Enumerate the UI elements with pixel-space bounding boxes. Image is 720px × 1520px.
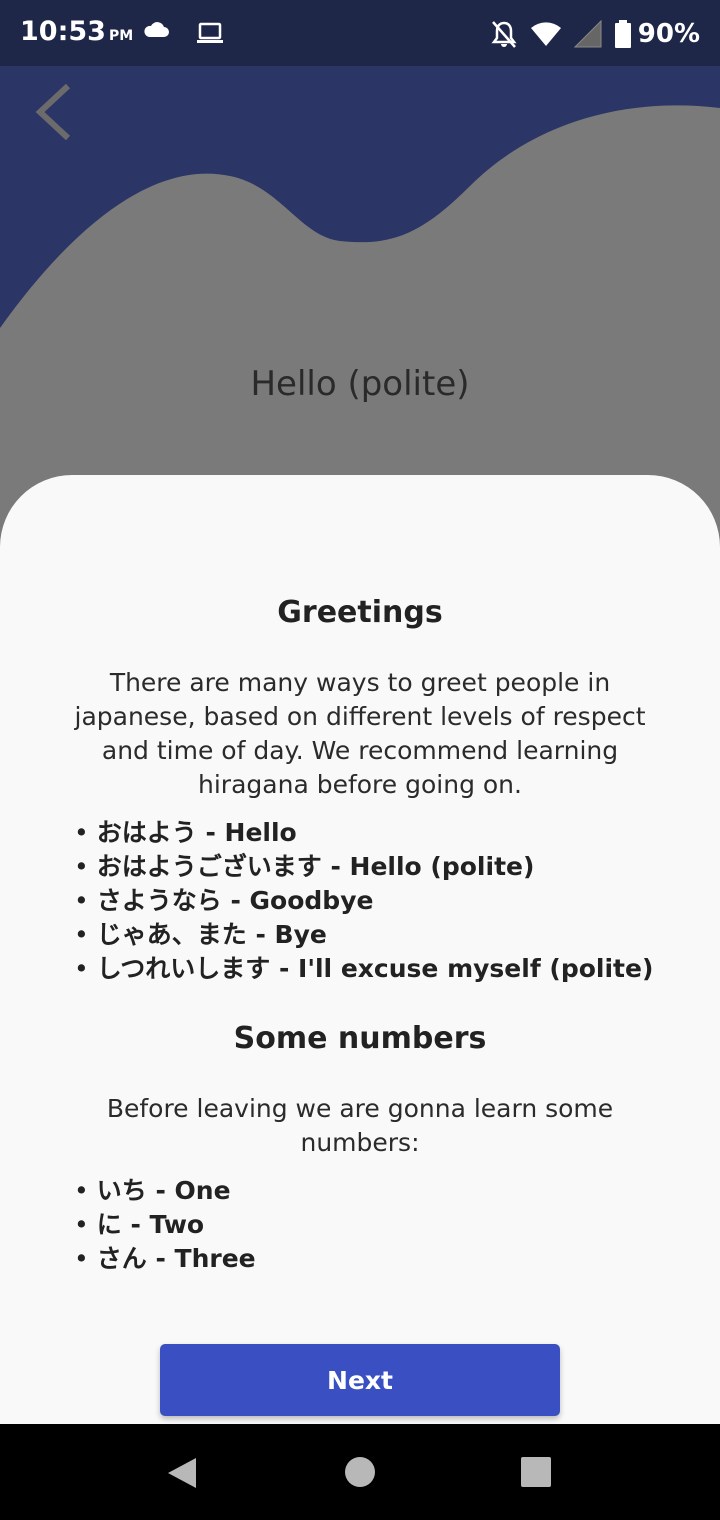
list-item-text: さようなら - Goodbye xyxy=(96,886,374,915)
list-item: • しつれいします - I'll excuse myself (polite) xyxy=(74,952,653,986)
next-button[interactable]: Next xyxy=(160,1344,560,1416)
battery-percent: 90% xyxy=(637,19,700,49)
paragraph-line: There are many ways to greet people in xyxy=(109,668,611,697)
phrase-title: Hello (polite) xyxy=(250,364,470,404)
bullet: • xyxy=(74,1244,89,1273)
bullet: • xyxy=(74,1176,89,1205)
notifications-off-icon xyxy=(491,21,517,48)
status-right: 90% xyxy=(490,16,700,52)
numbers-list: • いち - One • に - Two • さん - Three xyxy=(74,1174,256,1276)
paragraph-line: hiragana before going on. xyxy=(198,770,522,799)
paragraph-line: and time of day. We recommend learning xyxy=(101,736,619,765)
list-item-text: じゃあ、また - Bye xyxy=(96,920,327,949)
laptop-icon xyxy=(197,22,223,43)
list-item-text: いち - One xyxy=(96,1176,231,1205)
bullet: • xyxy=(74,852,89,881)
navigation-bar xyxy=(0,1424,720,1520)
list-item-text: おはよう - Hello xyxy=(96,818,297,847)
nav-home-button[interactable] xyxy=(344,1456,376,1492)
numbers-title: Some numbers xyxy=(233,1021,487,1056)
bullet: • xyxy=(74,954,89,983)
list-item: • じゃあ、また - Bye xyxy=(74,918,653,952)
header xyxy=(0,66,720,486)
status-time-value: 10:53 xyxy=(20,16,106,47)
status-ampm: PM xyxy=(108,28,134,44)
signal-icon xyxy=(573,20,602,48)
status-time: 10:53 PM xyxy=(20,16,133,47)
greetings-list: • おはよう - Hello • おはようございます - Hello (polite… xyxy=(74,816,653,986)
list-item: • に - Two xyxy=(74,1208,256,1242)
bullet: • xyxy=(74,818,89,847)
paragraph-line: numbers: xyxy=(300,1128,420,1157)
greetings-title: Greetings xyxy=(277,595,443,630)
list-item: • いち - One xyxy=(74,1174,256,1208)
chevron-left-icon xyxy=(35,83,71,141)
list-item-text: さん - Three xyxy=(96,1244,256,1273)
recents-square-icon xyxy=(521,1457,551,1487)
status-bar: 10:53 PM 90% xyxy=(0,0,720,66)
header-wave xyxy=(0,66,720,486)
cloud-icon xyxy=(144,22,169,37)
paragraph-line: Before leaving we are gonna learn some xyxy=(106,1094,614,1123)
nav-back-button[interactable] xyxy=(164,1456,198,1494)
back-button[interactable] xyxy=(28,80,88,144)
list-item-text: しつれいします - I'll excuse myself (polite) xyxy=(96,954,654,983)
bullet: • xyxy=(74,920,89,949)
lesson-card: Greetings There are many ways to greet p… xyxy=(0,475,720,1424)
list-item-text: に - Two xyxy=(96,1210,205,1239)
paragraph-line: japanese, based on different levels of r… xyxy=(74,702,646,731)
wifi-icon xyxy=(530,22,561,46)
bullet: • xyxy=(74,1210,89,1239)
list-item: • さん - Three xyxy=(74,1242,256,1276)
back-triangle-icon xyxy=(168,1458,196,1488)
numbers-paragraph: Before leaving we are gonna learn some n… xyxy=(70,1092,650,1160)
list-item: • おはようございます - Hello (polite) xyxy=(74,850,653,884)
battery-icon xyxy=(614,20,631,48)
list-item-text: おはようございます - Hello (polite) xyxy=(96,852,535,881)
bullet: • xyxy=(74,886,89,915)
home-circle-icon xyxy=(345,1457,375,1487)
list-item: • おはよう - Hello xyxy=(74,816,653,850)
greetings-paragraph: There are many ways to greet people in j… xyxy=(70,666,650,802)
nav-recents-button[interactable] xyxy=(520,1456,552,1492)
list-item: • さようなら - Goodbye xyxy=(74,884,653,918)
